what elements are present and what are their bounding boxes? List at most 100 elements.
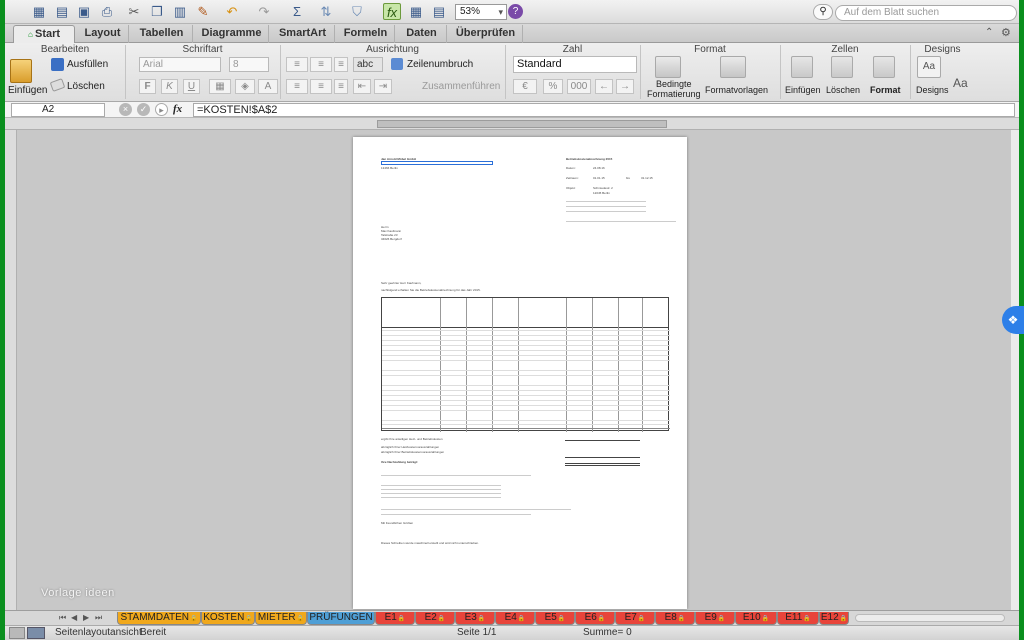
new-workbook-icon[interactable]: ▦ — [30, 3, 48, 20]
sheet-tab-mieter[interactable]: MIETER — [255, 612, 307, 625]
print-icon[interactable]: ⎙ — [98, 3, 116, 20]
filter-icon[interactable]: ⛉ — [348, 3, 366, 20]
themes-icon[interactable]: Aa — [917, 56, 941, 78]
paste-clipboard-icon[interactable] — [10, 59, 32, 83]
percent-button[interactable]: % — [543, 79, 563, 94]
column-headers[interactable] — [377, 120, 667, 128]
sheet-tab-e4[interactable]: E4 — [495, 612, 535, 625]
tab-daten[interactable]: Daten — [397, 25, 447, 43]
underline-button[interactable]: U — [183, 79, 200, 94]
page-layout-canvas[interactable]: Jan Arnold Möbel GmbH 13466 Berlin Betri… — [17, 130, 1010, 610]
conditional-formatting-label[interactable]: Bedingte — [656, 79, 692, 89]
last-sheet-icon[interactable]: ⏭ — [95, 613, 102, 623]
formula-builder-icon[interactable]: fx — [383, 3, 401, 20]
sheet-search-input[interactable]: Auf dem Blatt suchen — [835, 5, 1017, 21]
help-icon[interactable]: ? — [508, 4, 523, 19]
print-page[interactable]: Jan Arnold Möbel GmbH 13466 Berlin Betri… — [353, 137, 687, 609]
dropbox-icon[interactable]: ❖ — [1002, 306, 1024, 334]
gallery-icon[interactable]: ▦ — [407, 3, 425, 20]
italic-button[interactable]: K — [161, 79, 178, 94]
text-orientation-button[interactable]: abc — [353, 57, 383, 72]
zoom-dropdown[interactable]: 53% — [455, 4, 507, 20]
confirm-formula-icon[interactable]: ✓ — [137, 103, 150, 116]
bold-button[interactable]: F — [139, 79, 156, 94]
format-painter-icon[interactable]: ✎ — [194, 3, 212, 20]
tab-layout[interactable]: Layout — [77, 25, 129, 43]
currency-icon[interactable]: € — [513, 79, 537, 94]
cut-icon[interactable]: ✂ — [125, 3, 143, 20]
sheet-tab-e10[interactable]: E10 — [735, 612, 777, 625]
delete-cells-button[interactable]: Löschen — [826, 85, 860, 95]
tab-diagramme[interactable]: Diagramme — [195, 25, 269, 43]
tab-ueberpruefen[interactable]: Überprüfen — [449, 25, 523, 43]
align-top-icon[interactable]: ≡ — [286, 57, 308, 72]
theme-fonts-icon[interactable]: Aa — [953, 76, 977, 94]
tab-start[interactable]: ⌂ Start — [13, 25, 75, 43]
decrease-decimal-icon[interactable]: ← — [595, 79, 613, 94]
first-sheet-icon[interactable]: ⏮ — [59, 613, 66, 623]
copy-icon[interactable]: ❐ — [148, 3, 166, 20]
redo-icon[interactable]: ↷ — [255, 3, 273, 20]
format-cells-button[interactable]: Format — [870, 85, 901, 95]
font-size-box[interactable]: 8 — [229, 57, 269, 72]
indent-icon[interactable]: ⇥ — [374, 79, 392, 94]
formula-input[interactable]: =KOSTEN!$A$2 — [193, 103, 1015, 117]
open-folder-icon[interactable]: ▤ — [53, 3, 71, 20]
sheet-tab-e1[interactable]: E1 — [375, 612, 415, 625]
insert-cells-button[interactable]: Einfügen — [785, 85, 821, 95]
delete-cells-icon[interactable] — [831, 56, 853, 78]
sort-icon[interactable]: ⇅ — [317, 3, 335, 20]
borders-icon[interactable]: ▦ — [209, 79, 231, 94]
search-icon[interactable]: ⚲ — [813, 4, 833, 20]
tab-smartart[interactable]: SmartArt — [271, 25, 335, 43]
cancel-formula-icon[interactable]: × — [119, 103, 132, 116]
tab-tabellen[interactable]: Tabellen — [131, 25, 193, 43]
cost-table[interactable] — [381, 297, 670, 432]
cell-styles-icon[interactable] — [720, 56, 746, 78]
vertical-scrollbar[interactable] — [1010, 130, 1019, 610]
fill-button[interactable]: Ausfüllen — [67, 59, 108, 70]
sheet-tab-stammdaten[interactable]: STAMMDATEN — [117, 612, 201, 625]
conditional-formatting-label-2[interactable]: Formatierung — [647, 89, 701, 99]
sheet-tab-e2[interactable]: E2 — [415, 612, 455, 625]
outdent-icon[interactable]: ⇤ — [353, 79, 371, 94]
sheet-tab-e12[interactable]: E12 — [819, 612, 849, 625]
sheet-tab-e3[interactable]: E3 — [455, 612, 495, 625]
sheet-tab-e11[interactable]: E11 — [777, 612, 819, 625]
formula-options-icon[interactable]: ▸ — [155, 103, 168, 116]
horizontal-scrollbar[interactable] — [855, 614, 1005, 622]
format-cells-icon[interactable] — [873, 56, 895, 78]
insert-function-icon[interactable]: fx — [173, 103, 182, 115]
toolbox-icon[interactable]: ▤ — [430, 3, 448, 20]
collapse-ribbon-icon[interactable]: ⌃ — [985, 27, 993, 38]
merge-button[interactable]: Zusammenführen — [422, 81, 500, 92]
autosum-icon[interactable]: Σ — [288, 3, 306, 20]
normal-view-icon[interactable] — [9, 627, 25, 639]
clear-button[interactable]: Löschen — [67, 81, 105, 92]
sheet-tab-e6[interactable]: E6 — [575, 612, 615, 625]
wrap-text-button[interactable]: Zeilenumbruch — [407, 59, 473, 70]
font-name-box[interactable]: Arial — [139, 57, 221, 72]
font-color-icon[interactable]: A — [258, 79, 278, 94]
insert-cells-icon[interactable] — [791, 56, 813, 78]
align-center-icon[interactable]: ≡ — [310, 79, 332, 94]
themes-button[interactable]: Designs — [916, 85, 949, 95]
thousands-button[interactable]: 000 — [567, 79, 591, 94]
status-sum[interactable]: Summe= 0 — [583, 627, 632, 638]
page-layout-view-icon[interactable] — [27, 627, 45, 639]
selected-cell-a2[interactable] — [381, 161, 493, 165]
sheet-tab-kosten[interactable]: KOSTEN — [201, 612, 255, 625]
save-icon[interactable]: ▣ — [75, 3, 93, 20]
align-middle-icon[interactable]: ≡ — [310, 57, 332, 72]
sheet-tab-pruefungen[interactable]: PRÜFUNGEN — [307, 612, 375, 625]
increase-decimal-icon[interactable]: → — [616, 79, 634, 94]
next-sheet-icon[interactable]: ▶ — [83, 613, 89, 622]
number-format-dropdown[interactable]: Standard — [513, 56, 637, 73]
prev-sheet-icon[interactable]: ◀ — [71, 613, 77, 622]
sheet-tab-e9[interactable]: E9 — [695, 612, 735, 625]
paste-icon[interactable]: ▥ — [171, 3, 189, 20]
paste-button[interactable]: Einfügen — [8, 85, 47, 96]
conditional-formatting-icon[interactable] — [655, 56, 681, 78]
tab-formeln[interactable]: Formeln — [337, 25, 395, 43]
sheet-tab-e5[interactable]: E5 — [535, 612, 575, 625]
